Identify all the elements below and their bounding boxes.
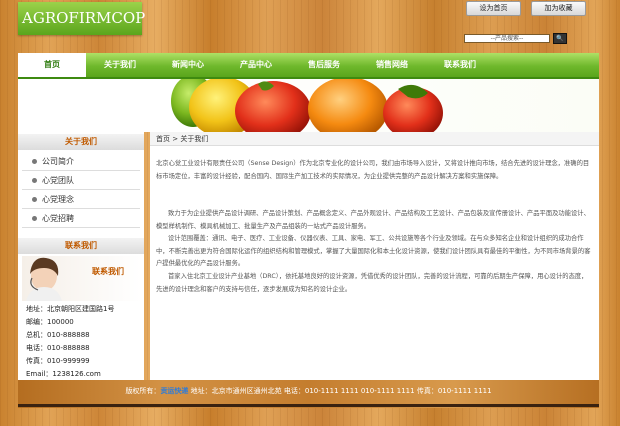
add-favorite-button[interactable]: 加为收藏 — [531, 1, 586, 16]
bullet-icon — [32, 178, 37, 183]
content-paragraph-4: 首家入住北京工业设计产业基地（DRC），依托基地良好的设计资源，凭借优秀的设计团… — [156, 273, 588, 293]
contact-postcode: 邮编：100000 — [26, 318, 74, 326]
sidebar-item-philosophy[interactable]: 心党理念 — [22, 191, 140, 209]
bullet-icon — [32, 197, 37, 202]
nav-item-news[interactable]: 新闻中心 — [154, 53, 222, 77]
contact-phone: 电话：010-888888 — [26, 344, 90, 352]
footer-info: 地址：北京市通州区通州北苑 电话：010-1111 1111 010-1111 … — [188, 387, 492, 395]
product-search-input[interactable]: --产品搜索-- — [464, 34, 550, 43]
main-nav: 首页 关于我们 新闻中心 产品中心 售后服务 销售网络 联系我们 — [18, 53, 599, 79]
sidebar-title-about: 关于我们 — [18, 134, 144, 150]
set-homepage-button[interactable]: 设为首页 — [466, 1, 521, 16]
nav-item-sales[interactable]: 销售网络 — [358, 53, 426, 77]
main-content: 首页 > 关于我们 北京心觉工业设计有限责任公司（Sense Design）作为… — [150, 132, 599, 380]
banner-image — [18, 79, 599, 132]
nav-item-service[interactable]: 售后服务 — [290, 53, 358, 77]
sidebar-item-label: 心党招聘 — [42, 214, 74, 223]
footer-brand-link[interactable]: 贡运快递 — [160, 387, 188, 395]
banner-peppers-illustration — [171, 79, 443, 132]
footer-divider — [18, 404, 599, 407]
sidebar-item-label: 公司简介 — [42, 157, 74, 166]
sidebar-item-intro[interactable]: 公司简介 — [22, 153, 140, 171]
contact-address: 地址：北京朝阳区建国路1号 — [26, 305, 115, 313]
content-paragraph-2: 致力于为企业提供产品设计调研、产品设计策划、产品概念定义、产品外观设计、产品结构… — [156, 210, 590, 230]
sidebar: 关于我们 公司简介 心党团队 心党理念 心党招聘 联系我们 联系我们 地址：北京… — [18, 132, 144, 380]
contact-switchboard: 总机：010-888888 — [26, 331, 90, 339]
search-icon: 🔍 — [556, 35, 564, 42]
sidebar-item-label: 心党理念 — [42, 195, 74, 204]
search-button[interactable]: 🔍 — [553, 33, 567, 44]
nav-item-home[interactable]: 首页 — [18, 53, 86, 77]
contact-banner: 联系我们 — [22, 256, 142, 301]
contact-fax: 传真：010-999999 — [26, 357, 90, 365]
content-paragraph-1: 北京心觉工业设计有限责任公司（Sense Design）作为北京专业化的设计公司… — [156, 160, 590, 180]
footer-copyright-label: 版权所有： — [125, 387, 161, 395]
bullet-icon — [32, 216, 37, 221]
nav-item-about[interactable]: 关于我们 — [86, 53, 154, 77]
contact-email: Email：1238126.com — [26, 370, 101, 378]
content-paragraph-3: 设计范围覆盖：通讯、电子、医疗、工业设备、仪器仪表、工具、家电、军工、公共设施等… — [156, 235, 591, 267]
sidebar-item-team[interactable]: 心党团队 — [22, 172, 140, 190]
contact-label: 联系我们 — [92, 267, 124, 276]
nav-item-products[interactable]: 产品中心 — [222, 53, 290, 77]
sidebar-item-label: 心党团队 — [42, 176, 74, 185]
breadcrumb: 首页 > 关于我们 — [150, 132, 599, 146]
nav-item-contact[interactable]: 联系我们 — [426, 53, 494, 77]
support-agent-icon — [26, 257, 62, 301]
bullet-icon — [32, 159, 37, 164]
sidebar-item-recruit[interactable]: 心党招聘 — [22, 210, 140, 228]
site-logo[interactable]: AGROFIRMCOP — [18, 2, 145, 35]
sidebar-title-contact: 联系我们 — [18, 238, 144, 254]
